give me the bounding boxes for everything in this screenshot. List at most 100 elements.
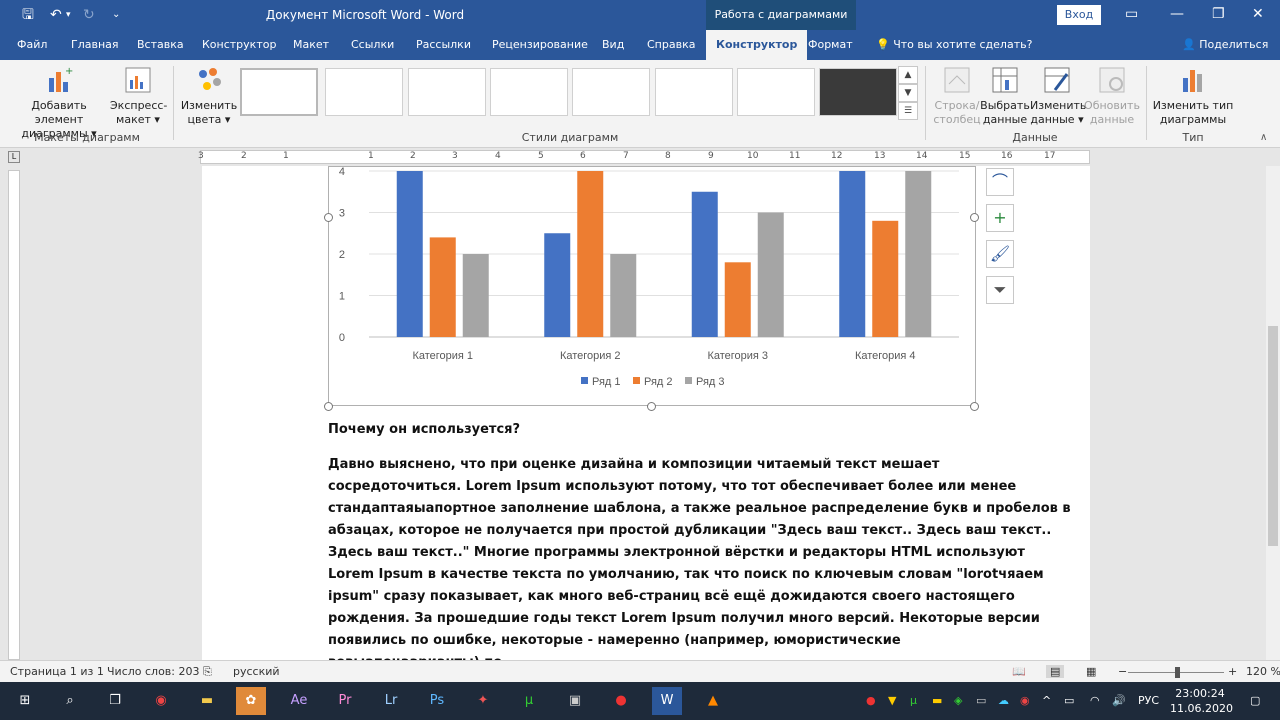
tray-chrome-icon[interactable]: ◉ [1020,694,1030,707]
tab-chart-design[interactable]: Конструктор [706,30,808,60]
tab-layout[interactable]: Макет [293,30,329,60]
chart-filters-icon[interactable]: ⏷ [986,276,1014,304]
battery-icon[interactable]: ▭ [1064,694,1074,707]
web-layout-icon[interactable]: ▦ [1086,665,1096,678]
page-count[interactable]: Страница 1 из 1 [10,665,104,678]
read-mode-icon[interactable]: 📖 [1012,665,1026,678]
app-red-icon[interactable]: ✦ [468,687,498,715]
tab-insert[interactable]: Вставка [137,30,184,60]
tab-references[interactable]: Ссылки [351,30,394,60]
tray-folder-icon[interactable]: ▬ [932,694,942,707]
chart-object[interactable]: 0 1 2 3 4 Категория 1 Категория 2 Категория 3 Ка… [328,166,976,406]
change-colors-button[interactable]: Изменить цвета ▾ [178,64,240,127]
tab-home[interactable]: Главная [71,30,119,60]
search-icon[interactable]: ⌕ [55,687,85,715]
vlc-icon[interactable]: ▲ [698,687,728,715]
quick-layout-button[interactable]: Экспресс- макет ▾ [110,64,167,127]
premiere-icon[interactable]: Pr [330,687,360,715]
edit-data-button[interactable]: Изменить данные ▾ [1030,64,1086,127]
zoom-out-icon[interactable]: − [1118,665,1127,678]
document-page[interactable]: 0 1 2 3 4 Категория 1 Категория 2 Категория 3 Ка… [202,166,1090,660]
vertical-ruler[interactable] [8,170,20,660]
paragraph-line: абзацах, которое не получается при прост… [328,523,1052,538]
tray-shield-icon[interactable]: ◈ [954,694,962,707]
tray-expand-icon[interactable]: ^ [1042,694,1051,707]
resize-handle-left[interactable] [324,213,333,222]
chart-style-8[interactable] [819,68,897,116]
chart-elements-plus-icon[interactable]: + [986,204,1014,232]
tab-help[interactable]: Справка [647,30,695,60]
resize-handle-right[interactable] [970,213,979,222]
tab-selector-icon[interactable]: L [8,151,20,163]
record-icon[interactable]: ● [606,687,636,715]
collapse-ribbon-icon[interactable]: ∧ [1260,132,1267,143]
app-gray-icon[interactable]: ▣ [560,687,590,715]
ribbon-display-options-icon[interactable]: ▭ [1125,6,1138,22]
tab-review[interactable]: Рецензирование [492,30,588,60]
zoom-level[interactable]: 120 % [1246,665,1280,678]
chart-style-1[interactable] [240,68,318,116]
chart-style-4[interactable] [490,68,568,116]
photoshop-icon[interactable]: Ps [422,687,452,715]
tell-me-search[interactable]: 💡 Что вы хотите сделать? [876,30,1032,60]
proofing-icon[interactable]: ⎘ [203,665,212,679]
maximize-icon[interactable]: ❐ [1212,6,1225,22]
tray-torrent-icon[interactable]: µ [910,694,917,707]
system-clock[interactable]: 23:00:24 11.06.2020 [1170,686,1233,716]
paragraph-line: ipsum" сразу показывает, как много веб-с… [328,589,1015,604]
vertical-scrollbar[interactable] [1266,166,1280,660]
resize-handle-bottom-left[interactable] [324,402,333,411]
minimize-icon[interactable]: — [1170,6,1184,22]
lightroom-icon[interactable]: Lr [376,687,406,715]
resize-handle-bottom[interactable] [647,402,656,411]
chart-style-3[interactable] [408,68,486,116]
gallery-scroll: ▲ ▼ ☰ [898,66,918,122]
print-layout-icon[interactable]: ▤ [1046,665,1065,678]
chart-style-7[interactable] [737,68,815,116]
tab-chart-format[interactable]: Формат [808,30,853,60]
tab-file[interactable]: Файл [17,30,47,60]
input-language[interactable]: РУС [1138,694,1159,707]
windows-start-icon[interactable]: ⊞ [10,687,40,715]
volume-icon[interactable]: 🔊 [1112,694,1126,707]
word-icon[interactable]: W [652,687,682,715]
add-chart-element-button[interactable]: + Добавить элемент диаграммы ▾ [8,64,110,141]
tab-design[interactable]: Конструктор [202,30,276,60]
share-button[interactable]: 👤 Поделиться [1182,30,1268,60]
chart-style-2[interactable] [325,68,403,116]
chart-styles-brush-icon[interactable]: 🖌 [986,240,1014,268]
zoom-in-icon[interactable]: + [1228,665,1237,678]
bar-chart[interactable]: 0 1 2 3 4 Категория 1 Категория 2 Категория 3 Ка… [329,167,977,407]
tray-app-icon[interactable]: ▼ [888,694,896,707]
chrome-icon[interactable]: ◉ [146,687,176,715]
tray-cloud-icon[interactable]: ☁ [998,694,1009,707]
change-chart-type-button[interactable]: Изменить тип диаграммы [1152,64,1234,127]
gallery-more-icon[interactable]: ☰ [898,102,918,120]
file-explorer-icon[interactable]: ▬ [192,687,222,715]
after-effects-icon[interactable]: Ae [284,687,314,715]
close-icon[interactable]: ✕ [1252,6,1264,22]
task-view-icon[interactable]: ❐ [100,687,130,715]
horizontal-ruler[interactable] [200,150,1090,164]
gallery-up-icon[interactable]: ▲ [898,66,918,84]
gallery-down-icon[interactable]: ▼ [898,84,918,102]
scrollbar-thumb[interactable] [1268,326,1278,546]
chart-style-6[interactable] [655,68,733,116]
tray-hardware-icon[interactable]: ▭ [976,694,986,707]
layout-options-icon[interactable]: ⌒ [986,168,1014,196]
tab-mailings[interactable]: Рассылки [416,30,471,60]
app-icon[interactable]: ✿ [236,687,266,715]
zoom-slider-knob[interactable] [1175,667,1180,678]
chart-style-5[interactable] [572,68,650,116]
select-data-button[interactable]: Выбрать данные [980,64,1030,127]
notifications-icon[interactable]: ▢ [1250,694,1260,707]
tab-view[interactable]: Вид [602,30,624,60]
torrent-icon[interactable]: µ [514,687,544,715]
login-button[interactable]: Вход [1057,5,1101,25]
document-paragraph[interactable]: Давно выяснено, что при оценке дизайна и… [328,454,1071,660]
language-indicator[interactable]: русский [233,665,280,678]
resize-handle-bottom-right[interactable] [970,402,979,411]
word-count[interactable]: Число слов: 203 [107,665,200,678]
tray-record-icon[interactable]: ● [866,694,876,707]
wifi-icon[interactable]: ◠ [1090,694,1100,707]
